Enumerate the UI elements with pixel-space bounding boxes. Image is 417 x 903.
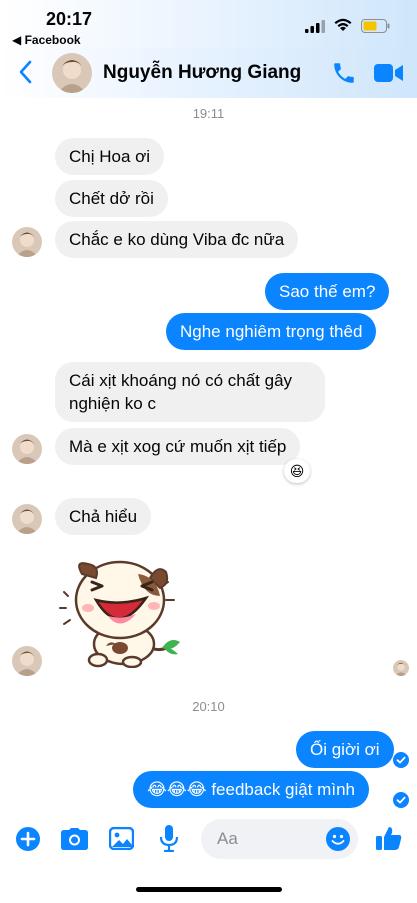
message-line: nghiện ko c (69, 394, 156, 413)
cellular-signal-icon (305, 20, 325, 33)
read-receipt-avatar (393, 660, 409, 676)
timestamp: 20:10 (192, 699, 225, 714)
incoming-message[interactable]: Chắc e ko dùng Viba đc nữa (55, 221, 299, 258)
delivered-check-icon (393, 752, 409, 768)
outgoing-message[interactable]: Nghe nghiêm trọng thêd (166, 313, 377, 350)
sender-avatar[interactable] (12, 504, 42, 534)
chat-header: Nguyễn Hương Giang (0, 48, 417, 98)
sender-avatar[interactable] (12, 646, 42, 676)
laughing-emoji-icon: 😆 (289, 462, 305, 479)
timestamp: 19:11 (192, 106, 225, 121)
message-text: feedback giật mình (211, 780, 355, 799)
camera-icon[interactable] (61, 828, 88, 850)
back-arrow-icon[interactable] (18, 60, 32, 84)
message-composer: Aa (0, 815, 417, 863)
wifi-icon (334, 18, 352, 31)
status-bar: 20:17 ◀ Facebook (0, 0, 417, 48)
incoming-message[interactable]: Chết dở rồi (55, 180, 168, 217)
incoming-message[interactable]: Cái xịt khoáng nó có chất gây nghiện ko … (55, 362, 325, 422)
photo-gallery-icon[interactable] (109, 827, 134, 850)
emoji-icon[interactable] (326, 827, 350, 851)
thumbs-up-icon[interactable] (376, 825, 402, 851)
status-time: 20:17 (46, 9, 93, 29)
outgoing-message[interactable]: 😂😂😂 feedback giật mình (133, 771, 369, 808)
outgoing-message[interactable]: Sao thế em? (265, 273, 390, 310)
message-reaction[interactable]: 😆 (284, 459, 310, 483)
plus-icon[interactable] (16, 827, 40, 851)
laughing-emoji-icon: 😂😂😂 (147, 780, 207, 799)
incoming-message[interactable]: Chả hiểu (55, 498, 152, 535)
message-line: Cái xịt khoáng nó có chất gây (69, 371, 293, 390)
incoming-message[interactable]: Chị Hoa ơi (55, 138, 165, 175)
laughing-puppy-sticker[interactable] (58, 556, 183, 668)
incoming-message[interactable]: Mà e xịt xog cứ muốn xịt tiếp (55, 428, 301, 465)
phone-icon[interactable] (331, 60, 357, 86)
back-to-app-link[interactable]: ◀ Facebook (12, 33, 81, 47)
microphone-icon[interactable] (160, 825, 178, 852)
contact-avatar[interactable] (52, 53, 92, 93)
delivered-check-icon (393, 792, 409, 808)
contact-name[interactable]: Nguyễn Hương Giang (103, 62, 301, 84)
sender-avatar[interactable] (12, 227, 42, 257)
outgoing-message[interactable]: Ối giời ơi (296, 731, 394, 768)
video-call-icon[interactable] (374, 62, 404, 84)
sender-avatar[interactable] (12, 434, 42, 464)
battery-icon (361, 19, 390, 33)
home-indicator[interactable] (136, 887, 282, 892)
